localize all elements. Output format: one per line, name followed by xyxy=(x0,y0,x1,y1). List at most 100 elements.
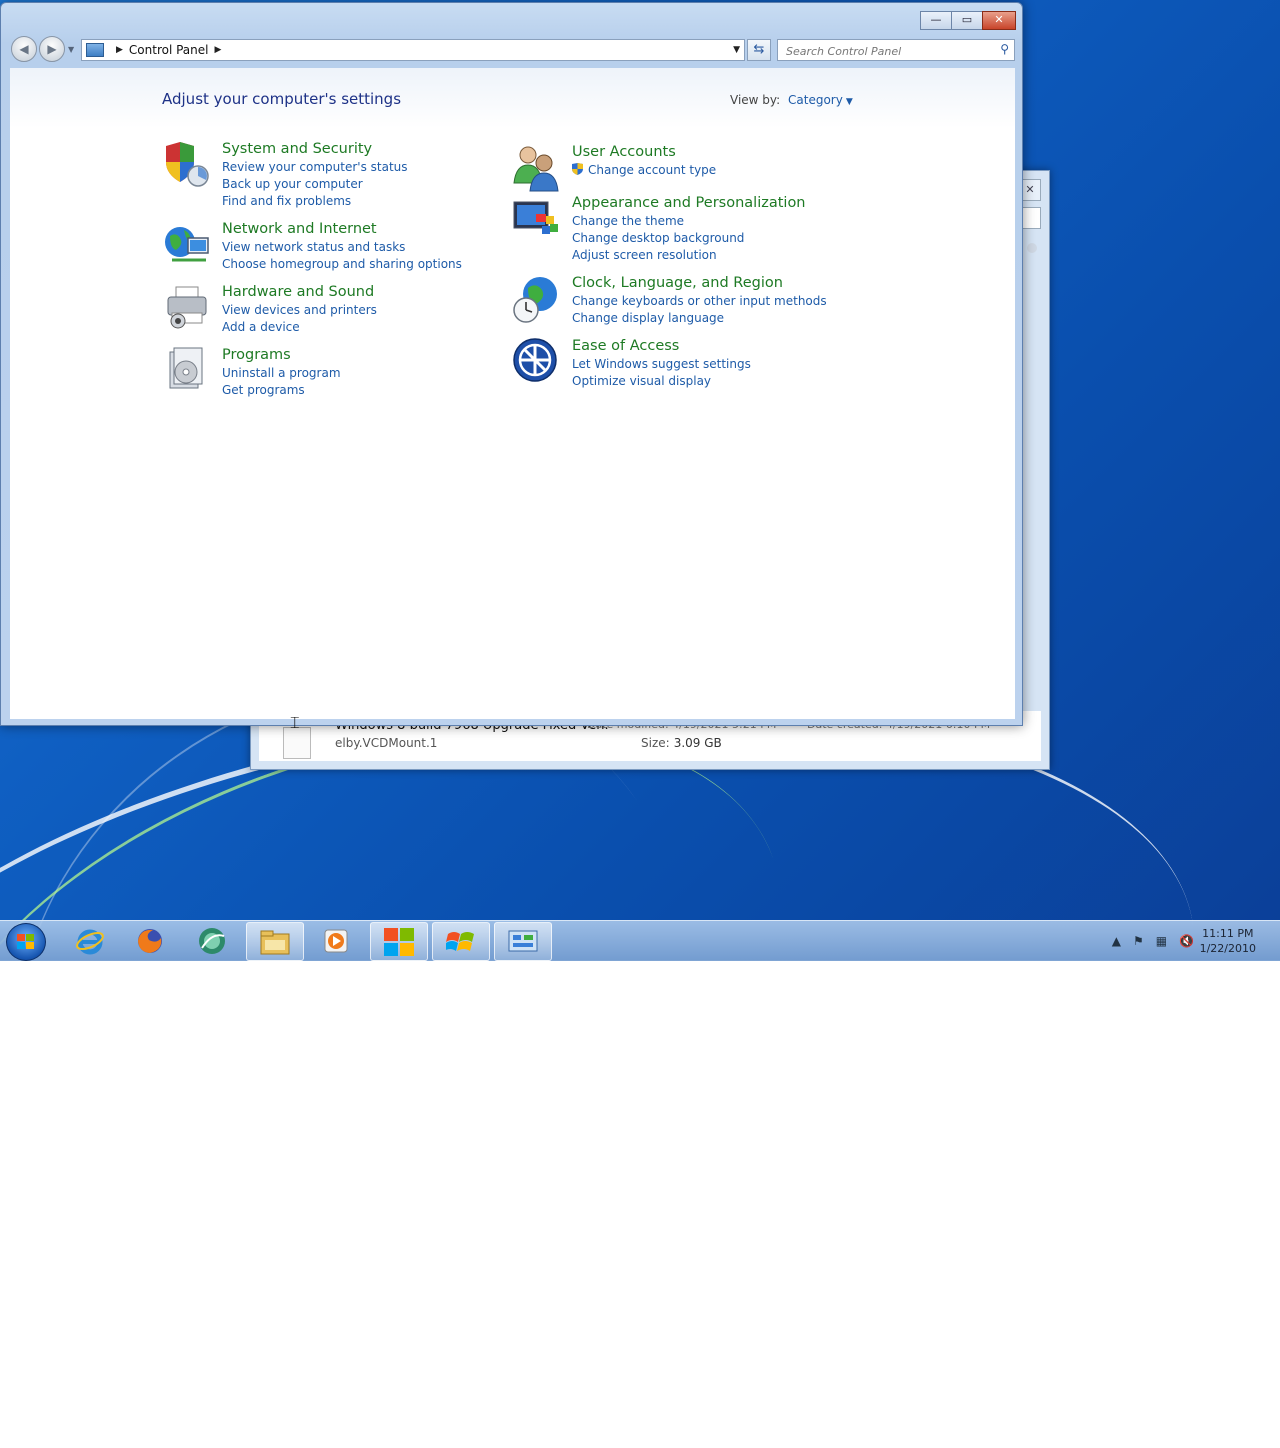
start-button[interactable] xyxy=(6,923,46,961)
view-by-label: View by: xyxy=(730,93,781,107)
volume-muted-icon[interactable]: 🔇 xyxy=(1179,934,1194,948)
refresh-icon: ⇆ xyxy=(753,42,765,57)
taskbar-internet-explorer[interactable] xyxy=(62,922,118,959)
control-panel-window[interactable]: — ▭ ✕ ◀ ▶ ▼ ▶ Control Panel ▶ ▼ ⇆ ⚲ Adju… xyxy=(0,2,1023,726)
taskbar-clock[interactable]: 11:11 PM 1/22/2010 xyxy=(1200,926,1256,956)
refresh-button[interactable]: ⇆ xyxy=(747,39,771,61)
category-system-and-security: System and Security Review your computer… xyxy=(162,140,408,210)
taskbar-control-panel[interactable] xyxy=(494,922,552,961)
clock-time: 11:11 PM xyxy=(1202,927,1254,940)
breadcrumb-chevron-right-icon[interactable]: ▶ xyxy=(215,45,222,55)
minimize-button[interactable]: — xyxy=(920,11,952,30)
programs-link[interactable]: Programs xyxy=(222,346,341,364)
control-panel-icon xyxy=(508,930,538,951)
navigation-buttons: ◀ ▶ ▼ xyxy=(11,36,74,62)
network-globe-icon[interactable] xyxy=(162,220,212,270)
search-input[interactable] xyxy=(778,42,991,61)
category-ease-of-access: Ease of Access Let Windows suggest setti… xyxy=(512,337,751,390)
homegroup-sharing-link[interactable]: Choose homegroup and sharing options xyxy=(222,256,462,273)
network-and-internet-link[interactable]: Network and Internet xyxy=(222,220,462,238)
category-user-accounts: User Accounts Change account type xyxy=(512,143,716,193)
caption-buttons: — ▭ ✕ xyxy=(920,11,1016,30)
file-size-label: Size: xyxy=(641,736,670,750)
network-icon[interactable]: ▦ xyxy=(1156,934,1167,948)
review-computer-status-link[interactable]: Review your computer's status xyxy=(222,159,408,176)
windows-flag-icon xyxy=(384,927,414,956)
category-hardware-and-sound: Hardware and Sound View devices and prin… xyxy=(162,283,377,336)
category-appearance-and-personalization: Appearance and Personalization Change th… xyxy=(512,194,806,264)
taskbar-windows-explorer[interactable] xyxy=(246,922,304,961)
change-keyboards-link[interactable]: Change keyboards or other input methods xyxy=(572,293,827,310)
internet-explorer-icon xyxy=(76,929,104,954)
ease-of-access-link[interactable]: Ease of Access xyxy=(572,337,751,355)
media-player-icon xyxy=(324,929,348,952)
back-button[interactable]: ◀ xyxy=(11,36,37,62)
chevron-down-icon: ▼ xyxy=(845,97,853,107)
app-globe-icon xyxy=(199,927,225,954)
change-display-language-link[interactable]: Change display language xyxy=(572,310,827,327)
view-devices-printers-link[interactable]: View devices and printers xyxy=(222,302,377,319)
address-chevron-down-icon[interactable]: ▼ xyxy=(733,45,740,55)
adjust-screen-resolution-link[interactable]: Adjust screen resolution xyxy=(572,247,806,264)
clock-date: 1/22/2010 xyxy=(1199,942,1256,955)
recent-pages-chevron-down-icon[interactable]: ▼ xyxy=(68,45,74,54)
change-account-type-label: Change account type xyxy=(588,163,717,177)
let-windows-suggest-link[interactable]: Let Windows suggest settings xyxy=(572,356,751,373)
view-by-dropdown[interactable]: Category ▼ xyxy=(788,93,853,107)
windows-logo-icon xyxy=(446,931,474,951)
breadcrumb-chevron-right-icon[interactable]: ▶ xyxy=(116,45,123,55)
text-cursor-icon: ⌶ xyxy=(290,713,300,732)
category-programs: Programs Uninstall a program Get program… xyxy=(162,346,341,399)
help-icon[interactable] xyxy=(1027,243,1037,253)
windows-logo-icon xyxy=(17,934,34,949)
clock-language-region-link[interactable]: Clock, Language, and Region xyxy=(572,274,827,292)
taskbar-app-globe[interactable] xyxy=(184,922,240,959)
security-shield-icon[interactable] xyxy=(162,140,212,190)
control-panel-icon xyxy=(86,43,104,57)
forward-button[interactable]: ▶ xyxy=(39,36,65,62)
content-pane: Adjust your computer's settings View by:… xyxy=(10,68,1015,719)
breadcrumb-control-panel[interactable]: Control Panel xyxy=(129,43,209,57)
search-box[interactable]: ⚲ xyxy=(777,39,1015,61)
printer-icon[interactable] xyxy=(162,283,212,333)
file-size: Size: 3.09 GB xyxy=(641,736,722,750)
search-icon[interactable]: ⚲ xyxy=(1000,42,1009,56)
show-hidden-icons-chevron-up-icon[interactable]: ▲ xyxy=(1112,934,1121,948)
category-network-and-internet: Network and Internet View network status… xyxy=(162,220,462,273)
users-icon[interactable] xyxy=(512,143,562,193)
taskbar-windows-app[interactable] xyxy=(370,922,428,961)
change-account-type-link[interactable]: Change account type xyxy=(572,162,716,179)
uninstall-program-link[interactable]: Uninstall a program xyxy=(222,365,341,382)
change-theme-link[interactable]: Change the theme xyxy=(572,213,806,230)
page-title: Adjust your computer's settings xyxy=(162,90,402,108)
hardware-and-sound-link[interactable]: Hardware and Sound xyxy=(222,283,377,301)
uac-shield-icon xyxy=(572,163,583,175)
user-accounts-link[interactable]: User Accounts xyxy=(572,143,716,161)
monitor-paint-icon[interactable] xyxy=(512,194,562,244)
programs-disc-icon[interactable] xyxy=(162,346,212,396)
folder-icon xyxy=(260,930,290,954)
clock-globe-icon[interactable] xyxy=(512,274,562,324)
taskbar-firefox[interactable] xyxy=(122,922,178,959)
category-clock-language-region: Clock, Language, and Region Change keybo… xyxy=(512,274,827,327)
address-bar[interactable]: ▶ Control Panel ▶ ▼ xyxy=(81,39,745,61)
find-and-fix-problems-link[interactable]: Find and fix problems xyxy=(222,193,408,210)
action-center-flag-icon[interactable]: ⚑ xyxy=(1133,934,1144,948)
taskbar-windows-setup[interactable] xyxy=(432,922,490,961)
back-up-computer-link[interactable]: Back up your computer xyxy=(222,176,408,193)
taskbar: ▲ ⚑ ▦ 🔇 11:11 PM 1/22/2010 xyxy=(0,920,1280,961)
system-and-security-link[interactable]: System and Security xyxy=(222,140,408,158)
add-device-link[interactable]: Add a device xyxy=(222,319,377,336)
ease-of-access-icon[interactable] xyxy=(512,337,562,387)
appearance-personalization-link[interactable]: Appearance and Personalization xyxy=(572,194,806,212)
optimize-visual-display-link[interactable]: Optimize visual display xyxy=(572,373,751,390)
file-size-value: 3.09 GB xyxy=(673,736,722,750)
change-desktop-background-link[interactable]: Change desktop background xyxy=(572,230,806,247)
view-network-status-link[interactable]: View network status and tasks xyxy=(222,239,462,256)
get-programs-link[interactable]: Get programs xyxy=(222,382,341,399)
file-type: elby.VCDMount.1 xyxy=(335,736,438,750)
maximize-button[interactable]: ▭ xyxy=(951,11,983,30)
firefox-icon xyxy=(138,928,162,953)
close-button[interactable]: ✕ xyxy=(982,11,1016,30)
taskbar-media-player[interactable] xyxy=(308,922,364,959)
